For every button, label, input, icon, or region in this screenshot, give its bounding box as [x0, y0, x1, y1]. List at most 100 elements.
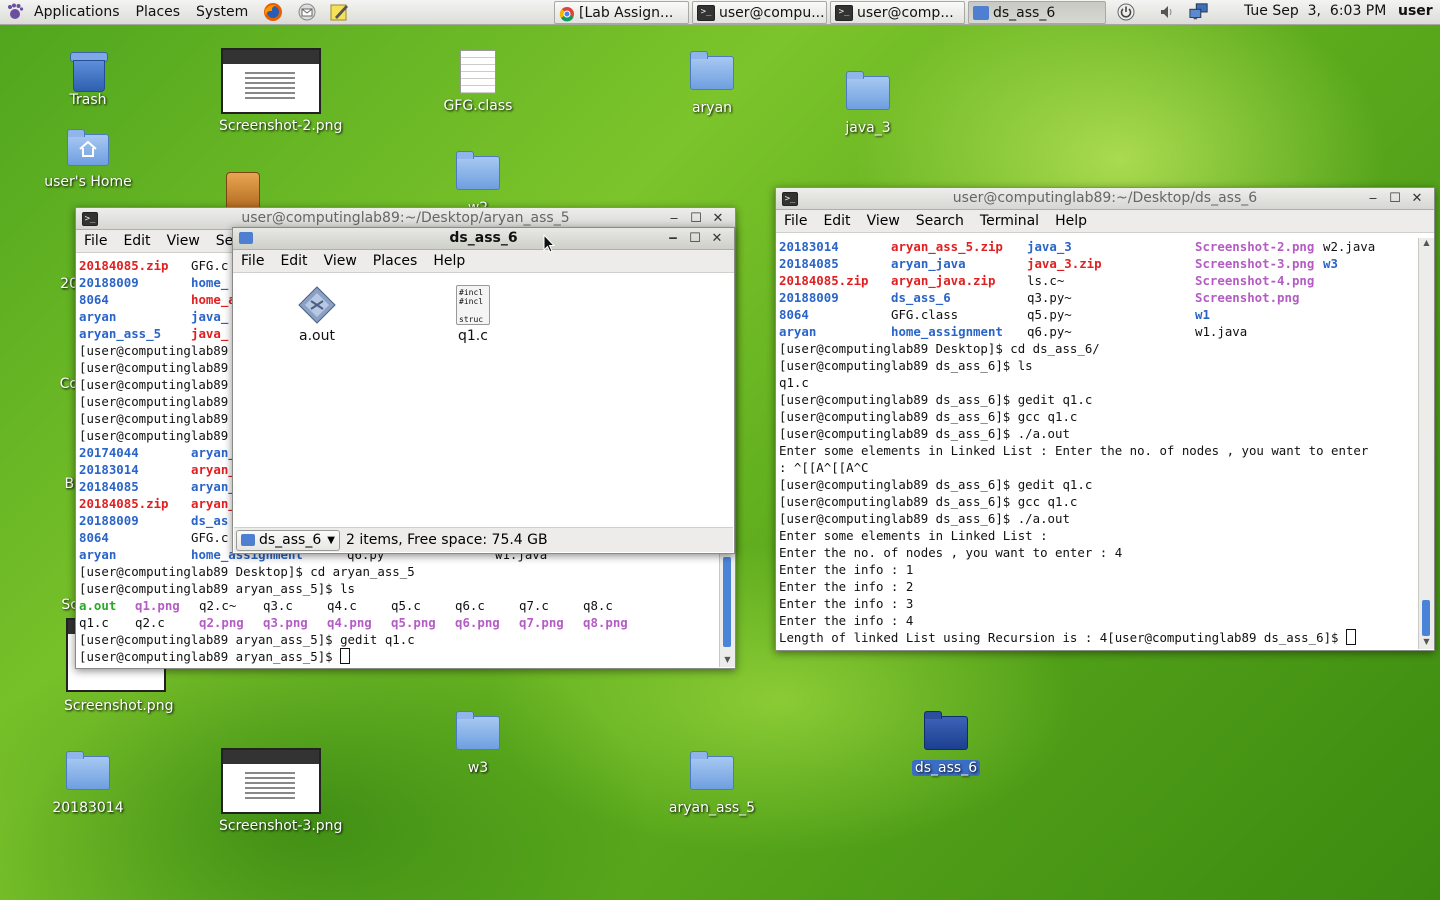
- folder-icon: [456, 711, 500, 750]
- applications-menu[interactable]: Applications: [26, 4, 128, 20]
- mail-icon[interactable]: [296, 2, 318, 22]
- menu-search[interactable]: Search: [908, 213, 972, 229]
- power-icon[interactable]: [1116, 2, 1136, 22]
- file-item-a-out[interactable]: a.out: [272, 285, 362, 344]
- menu-file[interactable]: File: [776, 213, 815, 229]
- ls-entry: aryan_: [191, 445, 236, 460]
- menu-places[interactable]: Places: [365, 253, 426, 269]
- task-label: [Lab Assign...: [579, 4, 674, 21]
- ls-entry: aryan_java.zip: [891, 273, 996, 288]
- location-value: ds_ass_6: [259, 532, 322, 548]
- ls-entry: q2.c~: [199, 598, 237, 613]
- scrollbar-thumb[interactable]: [723, 557, 731, 647]
- desktop-icon-aryan[interactable]: aryan: [657, 51, 767, 116]
- terminal-line: [user@computinglab89 ds_ass_6]$ gedit q1…: [779, 477, 1093, 492]
- file-manager-window[interactable]: ds_ass_6 ‒ ☐ ✕ File Edit View Places Hel…: [232, 227, 735, 554]
- scroll-down-arrow-icon[interactable]: ▼: [720, 655, 735, 667]
- scroll-up-arrow-icon[interactable]: ▲: [1419, 238, 1434, 250]
- terminal-window-ds-ass-6[interactable]: >_ user@computinglab89:~/Desktop/ds_ass_…: [775, 187, 1435, 651]
- terminal-output[interactable]: 20183014 aryan_ass_5.zip java_3 Screenshot-…: [777, 238, 1418, 649]
- window-titlebar[interactable]: >_ user@computinglab89:~/Desktop/ds_ass_…: [776, 188, 1434, 210]
- icon-label: user's Home: [44, 174, 132, 190]
- task-terminal-2[interactable]: >_ user@comp...: [830, 1, 965, 24]
- desktop-icon-screenshot-3[interactable]: Screenshot-3.png: [216, 748, 342, 834]
- ls-entry: w1: [1195, 307, 1210, 322]
- menu-edit[interactable]: Edit: [115, 233, 158, 249]
- image-thumbnail-icon: [221, 748, 321, 814]
- ls-entry: 8064: [779, 307, 809, 322]
- folder-icon: [241, 534, 255, 546]
- desktop-icon-archive[interactable]: [188, 172, 298, 210]
- file-item-q1-c[interactable]: #incl #incl struc q1.c: [428, 285, 518, 344]
- terminal-icon: >_: [835, 4, 853, 21]
- terminal-line: Enter some elements in Linked List : Ent…: [779, 443, 1369, 458]
- minimize-button[interactable]: ‒: [662, 228, 684, 249]
- task-chrome[interactable]: [Lab Assign...: [554, 1, 689, 24]
- ls-entry: home_assignment: [891, 324, 1003, 339]
- text-editor-icon[interactable]: [328, 2, 350, 22]
- desktop-icon-partial-label[interactable]: 20: [0, 276, 78, 292]
- system-menu[interactable]: System: [188, 4, 256, 20]
- location-dropdown[interactable]: ds_ass_6 ▼: [236, 529, 340, 551]
- desktop-icon-java-3[interactable]: java_3: [813, 71, 923, 136]
- maximize-button[interactable]: ☐: [685, 208, 707, 229]
- ls-entry: Screenshot-4.png: [1195, 273, 1315, 288]
- terminal-line: [user@computinglab89 aryan_ass_5]$ gedit…: [79, 632, 415, 647]
- minimize-button[interactable]: ‒: [1362, 188, 1384, 209]
- menu-file[interactable]: File: [76, 233, 115, 249]
- ls-entry: GFG.c: [191, 258, 229, 273]
- scrollbar-thumb[interactable]: [1422, 600, 1430, 636]
- ls-entry: Screenshot.png: [1195, 290, 1300, 305]
- icon-label: java_3: [845, 120, 891, 136]
- ls-entry: java_: [191, 309, 229, 324]
- maximize-button[interactable]: ☐: [1384, 188, 1406, 209]
- desktop-icon-screenshot-2[interactable]: Screenshot-2.png: [216, 48, 342, 134]
- preview-line: #incl: [459, 288, 484, 297]
- icon-label: GFG.class: [443, 98, 513, 114]
- desktop-icon-aryan-ass-5[interactable]: aryan_ass_5: [657, 751, 767, 816]
- minimize-button[interactable]: ‒: [663, 208, 685, 229]
- desktop-icon-partial-label[interactable]: Sc: [0, 597, 78, 613]
- task-terminal-1[interactable]: >_ user@compu...: [692, 1, 827, 24]
- clock[interactable]: Tue Sep 3, 6:03 PM: [1244, 3, 1386, 19]
- menu-file[interactable]: File: [233, 253, 272, 269]
- volume-icon[interactable]: [1157, 2, 1177, 22]
- menu-edit[interactable]: Edit: [272, 253, 315, 269]
- desktop-icon-gfg-class[interactable]: GFG.class: [423, 50, 533, 114]
- desktop-icon-ds-ass-6[interactable]: ds_ass_6: [891, 711, 1001, 776]
- menu-edit[interactable]: Edit: [815, 213, 858, 229]
- menu-view[interactable]: View: [159, 233, 208, 249]
- desktop-icon-20183014[interactable]: 20183014: [33, 751, 143, 816]
- terminal-prompt: [user@computinglab89 aryan_ass_5]$: [79, 649, 341, 664]
- desktop-icon-w3[interactable]: w3: [423, 711, 533, 776]
- menu-terminal[interactable]: Terminal: [972, 213, 1047, 229]
- close-button[interactable]: ✕: [706, 228, 728, 249]
- terminal-scrollbar[interactable]: ▲ ▼: [1418, 238, 1434, 649]
- menu-help[interactable]: Help: [425, 253, 473, 269]
- icon-label: aryan_ass_5: [668, 800, 756, 816]
- maximize-button[interactable]: ☐: [684, 228, 706, 249]
- icon-label: 20183014: [52, 800, 124, 816]
- menu-view[interactable]: View: [316, 253, 365, 269]
- firefox-icon[interactable]: [262, 2, 284, 22]
- file-name: a.out: [299, 328, 335, 344]
- network-icon[interactable]: [1189, 2, 1209, 22]
- task-file-manager[interactable]: ds_ass_6: [968, 1, 1106, 24]
- desktop-icon-partial-label[interactable]: Co: [0, 376, 78, 392]
- places-menu[interactable]: Places: [128, 4, 189, 20]
- desktop-icon-users-home[interactable]: user's Home: [33, 129, 143, 190]
- scroll-down-arrow-icon[interactable]: ▼: [1419, 637, 1434, 649]
- terminal-line: [user@computinglab89 Desktop]$ cd ds_ass…: [779, 341, 1100, 356]
- file-view[interactable]: a.out #incl #incl struc q1.c: [234, 273, 733, 520]
- user-menu[interactable]: user: [1398, 3, 1433, 19]
- terminal-line: [user@computinglab89 ds_ass_6]$ ls: [779, 358, 1033, 373]
- close-button[interactable]: ✕: [707, 208, 729, 229]
- menu-view[interactable]: View: [859, 213, 908, 229]
- terminal-line: [user@computinglab89 ds_ass_6]$ gcc q1.c: [779, 409, 1078, 424]
- desktop-icon-partial-label[interactable]: Bl: [0, 476, 79, 492]
- window-titlebar[interactable]: ds_ass_6 ‒ ☐ ✕: [233, 228, 734, 250]
- menu-help[interactable]: Help: [1047, 213, 1095, 229]
- desktop-icon-trash[interactable]: Trash: [33, 50, 143, 108]
- ls-entry: q6.py~: [1027, 324, 1072, 339]
- close-button[interactable]: ✕: [1406, 188, 1428, 209]
